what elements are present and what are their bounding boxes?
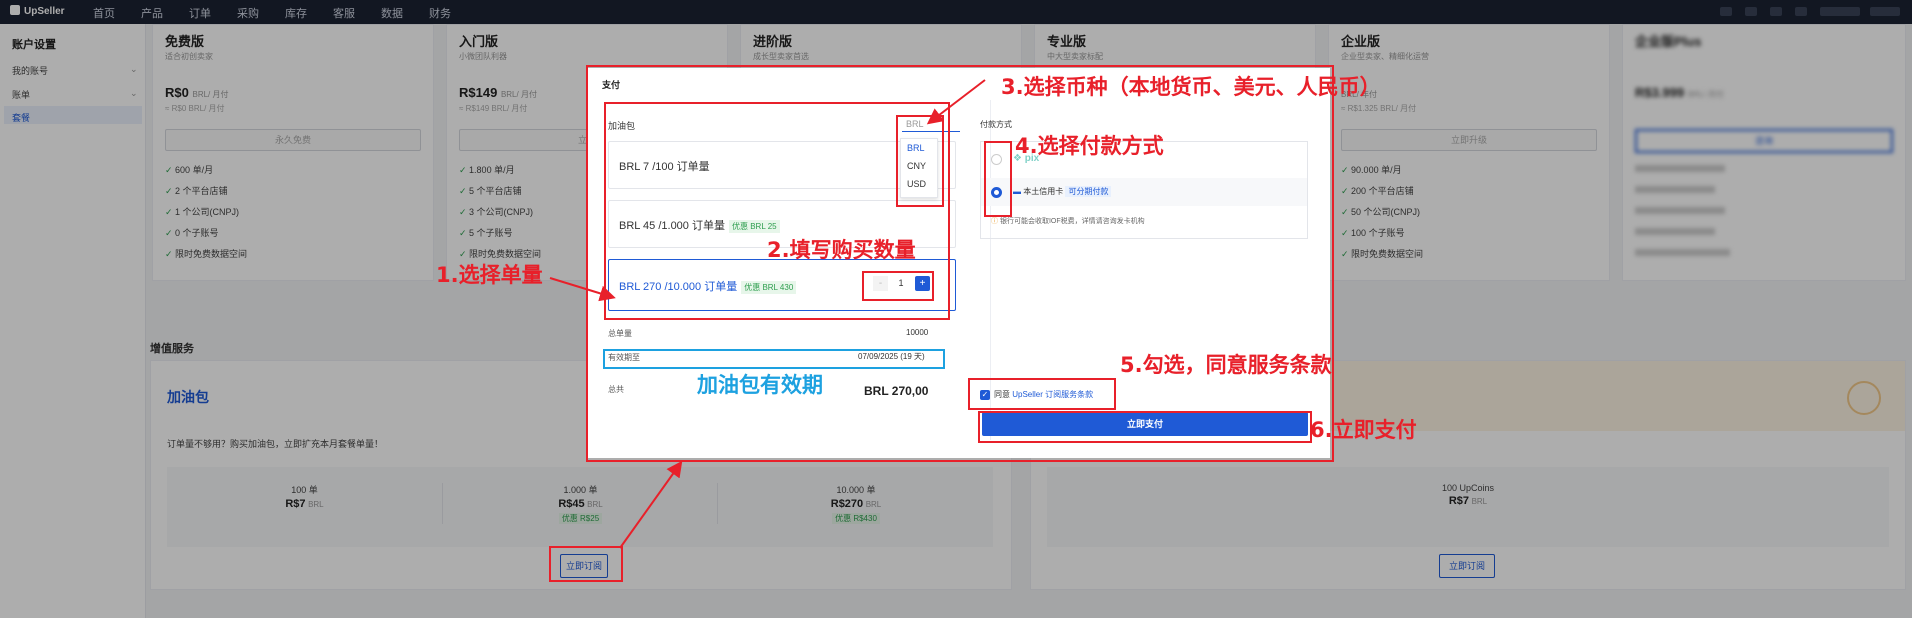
- arrow-step3: [926, 79, 986, 125]
- arrow-step1: [549, 277, 616, 302]
- annotation-arrows: [549, 79, 986, 549]
- arrow-subscribe: [619, 460, 683, 549]
